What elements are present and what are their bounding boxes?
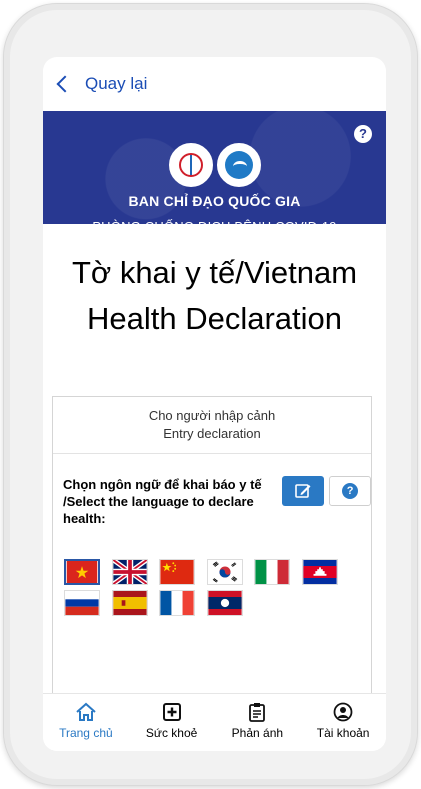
flag-vietnamese[interactable] <box>64 559 100 585</box>
clipboard-icon <box>249 703 266 722</box>
entry-label-en: Entry declaration <box>163 426 261 441</box>
tab-home-label: Trang chủ <box>59 726 113 740</box>
china-flag-icon <box>160 560 194 584</box>
app-screen: Quay lại ? BAN CHỈ ĐẠO QUỐC GIA PHÒNG CH… <box>43 57 386 751</box>
medical-plus-icon <box>162 703 181 721</box>
flag-russian[interactable] <box>64 590 100 616</box>
flag-spanish[interactable] <box>112 590 148 616</box>
edit-icon <box>295 484 311 498</box>
flag-chinese[interactable] <box>159 559 195 585</box>
tab-account-label: Tài khoản <box>316 726 370 740</box>
korea-flag-icon <box>208 560 242 584</box>
flag-lao[interactable] <box>207 590 243 616</box>
flag-khmer[interactable] <box>302 559 338 585</box>
flag-french[interactable] <box>159 590 195 616</box>
logo-group <box>43 111 386 187</box>
banner-title: BAN CHỈ ĐẠO QUỐC GIA <box>128 193 301 209</box>
national-tech-center-logo <box>216 143 261 187</box>
chevron-left-icon[interactable] <box>56 75 74 93</box>
laos-flag-icon <box>208 591 242 615</box>
flag-korean[interactable] <box>207 559 243 585</box>
cambodia-flag-icon <box>303 560 337 584</box>
entry-label-vi: Cho người nhập cảnh <box>148 408 276 423</box>
entry-declaration-label: Cho người nhập cảnh Entry declaration <box>53 397 371 443</box>
language-prompt: Chọn ngôn ngữ để khai báo y tế /Select t… <box>63 477 262 526</box>
uk-flag-icon <box>113 560 147 584</box>
page-title-line2: Health Declaration <box>86 301 343 336</box>
bottom-tab-bar: Trang chủ Sức khoẻ Phản ánh Tài khoản <box>43 693 386 751</box>
help-icon[interactable]: ? <box>354 125 372 143</box>
banner-subtitle: PHÒNG CHỐNG DỊCH BỆNH COVID-19 <box>92 219 337 234</box>
tab-feedback[interactable]: Phản ánh <box>215 694 301 751</box>
russia-flag-icon <box>65 591 99 615</box>
tab-feedback-label: Phản ánh <box>231 726 284 740</box>
vietnam-flag-icon <box>66 561 98 583</box>
top-nav-bar: Quay lại <box>43 57 386 111</box>
flag-english[interactable] <box>112 559 148 585</box>
tab-home[interactable]: Trang chủ <box>43 694 129 751</box>
user-account-icon <box>333 702 353 722</box>
steering-committee-banner: ? BAN CHỈ ĐẠO QUỐC GIA PHÒNG CHỐNG DỊCH … <box>43 111 386 234</box>
spain-flag-icon <box>113 591 147 615</box>
home-icon <box>76 702 96 721</box>
tab-health[interactable]: Sức khoẻ <box>129 694 215 751</box>
ministry-of-health-logo <box>168 143 213 187</box>
france-flag-icon <box>160 591 194 615</box>
page-title: Tờ khai y tế/Vietnam Health Declaration <box>43 224 386 342</box>
question-icon: ? <box>342 483 359 499</box>
page-title-line1: Tờ khai y tế/Vietnam <box>71 255 358 290</box>
tab-health-label: Sức khoẻ <box>145 726 198 740</box>
tab-account[interactable]: Tài khoản <box>300 694 386 751</box>
flag-italian[interactable] <box>254 559 290 585</box>
back-button[interactable]: Quay lại <box>85 74 147 94</box>
phone-frame: Quay lại ? BAN CHỈ ĐẠO QUỐC GIA PHÒNG CH… <box>3 3 418 786</box>
help-button[interactable]: ? <box>329 476 371 506</box>
edit-declaration-button[interactable] <box>282 476 325 506</box>
language-selector-row: Chọn ngôn ngữ để khai báo y tế /Select t… <box>53 454 371 527</box>
italy-flag-icon <box>255 560 289 584</box>
